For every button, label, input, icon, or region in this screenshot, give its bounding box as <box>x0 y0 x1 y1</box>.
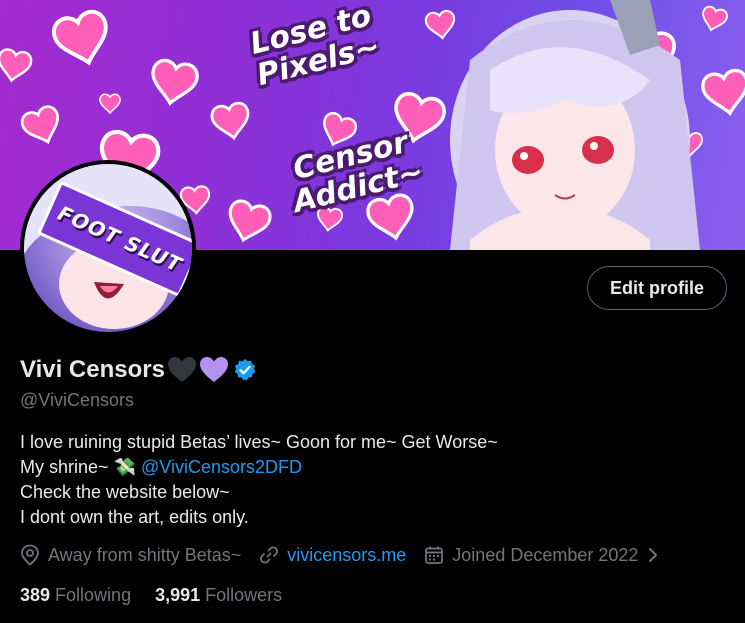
chevron-right-icon[interactable] <box>646 546 660 564</box>
bio-text: My shrine~ <box>20 457 109 477</box>
location-text: Away from shitty Betas~ <box>48 544 242 565</box>
joined-item[interactable]: Joined December 2022 <box>424 545 668 566</box>
website-link[interactable]: vivicensors.me <box>287 545 406 566</box>
avatar[interactable]: FOOT SLUT <box>20 160 196 336</box>
profile-page: Lose to Pixels~ Censor Addict~ FOOT SLUT… <box>0 0 745 623</box>
verified-badge-icon[interactable] <box>233 358 257 382</box>
following-count: 389 <box>20 585 51 605</box>
link-icon <box>260 546 279 564</box>
followers-label: Followers <box>205 585 283 605</box>
mention-link[interactable]: @ViviCensors2DFD <box>141 457 302 477</box>
edit-profile-button[interactable]: Edit profile <box>587 266 727 310</box>
bio-line: I love ruining stupid Betas’ lives~ Goon… <box>20 432 498 452</box>
profile-bio: I love ruining stupid Betas’ lives~ Goon… <box>20 430 498 530</box>
following-link[interactable]: 389 Following <box>20 585 131 606</box>
calendar-icon <box>425 546 444 564</box>
followers-link[interactable]: 3,991 Followers <box>155 585 282 606</box>
name-row: Vivi Censors <box>20 356 257 384</box>
profile-meta: Away from shitty Betas~ vivicensors.me J… <box>20 544 686 566</box>
avatar-image: FOOT SLUT <box>24 164 192 332</box>
bio-line: I dont own the art, edits only. <box>20 507 249 527</box>
bio-line: Check the website below~ <box>20 482 230 502</box>
location-item: Away from shitty Betas~ <box>20 544 241 566</box>
location-icon <box>21 544 39 566</box>
joined-text: Joined December 2022 <box>452 544 639 565</box>
display-name: Vivi Censors <box>20 356 165 383</box>
follow-stats: 389 Following 3,991 Followers <box>20 585 306 606</box>
bio-line: My shrine~ 💸 @ViviCensors2DFD <box>20 455 498 480</box>
black-heart-icon <box>167 357 196 382</box>
profile-handle: @ViviCensors <box>20 390 134 410</box>
money-emoji-icon: 💸 <box>113 457 136 477</box>
following-label: Following <box>55 585 132 605</box>
followers-count: 3,991 <box>155 585 201 605</box>
purple-heart-icon <box>199 357 228 382</box>
website-item[interactable]: vivicensors.me <box>259 545 406 566</box>
